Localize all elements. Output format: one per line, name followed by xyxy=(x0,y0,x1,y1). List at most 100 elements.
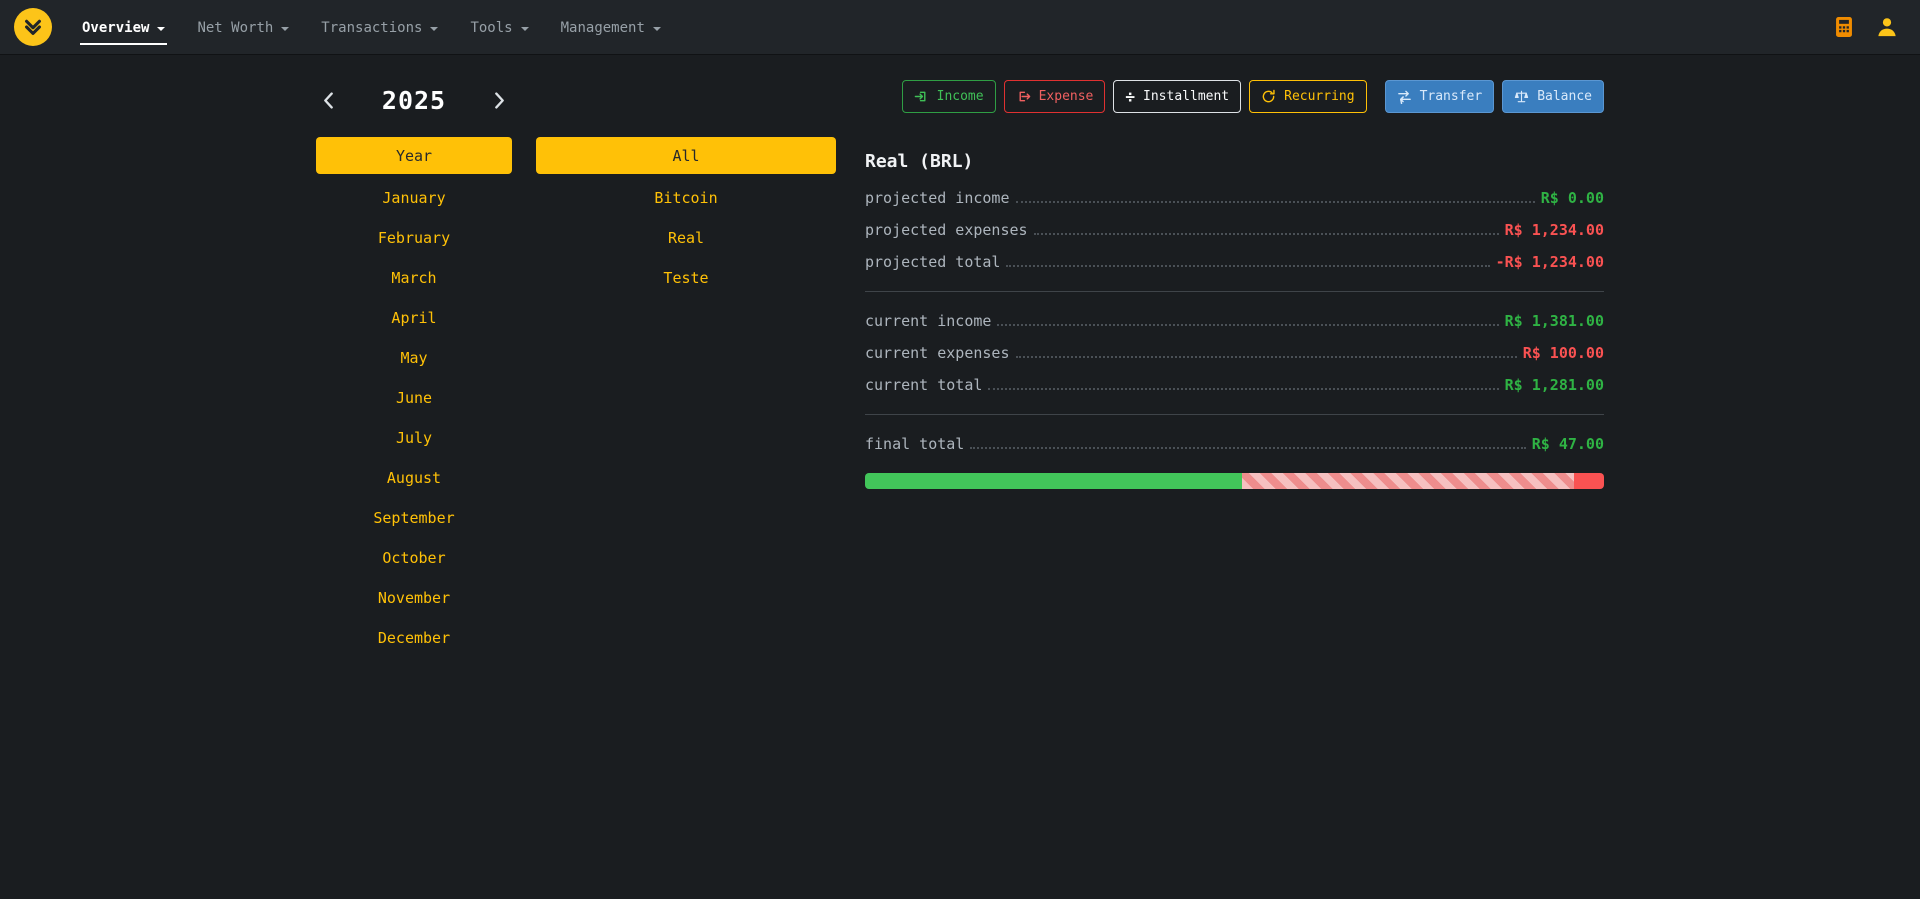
summary-row-value: R$ 100.00 xyxy=(1523,344,1604,362)
summary-panel: Income Expense ÷ Installment Recurring xyxy=(865,80,1604,489)
wallet-summary-title: Real (BRL) xyxy=(865,151,1604,172)
summary-row-label: current income xyxy=(865,312,991,330)
filter-income-button[interactable]: Income xyxy=(902,80,996,113)
summary-row-label: final total xyxy=(865,435,964,453)
summary-row-value: R$ 1,234.00 xyxy=(1505,221,1604,239)
summary-row: projected income R$ 0.00 xyxy=(865,182,1604,214)
summary-row-value: R$ 1,281.00 xyxy=(1505,376,1604,394)
summary-row-label: projected expenses xyxy=(865,221,1028,239)
sign-in-icon xyxy=(914,89,929,104)
transaction-filter-buttons: Income Expense ÷ Installment Recurring xyxy=(865,80,1604,113)
summary-row-value: R$ 1,381.00 xyxy=(1505,312,1604,330)
month-june[interactable]: June xyxy=(316,378,512,418)
period-selector: 2025 Year January February March April M… xyxy=(316,80,836,658)
all-wallets-button[interactable]: All xyxy=(536,137,836,174)
summary-row-label: projected total xyxy=(865,253,1000,271)
nav-item-net-worth[interactable]: Net Worth xyxy=(195,10,291,45)
summary-row-label: current expenses xyxy=(865,344,1010,362)
month-january[interactable]: January xyxy=(316,178,512,218)
income-expense-progress-bar xyxy=(865,473,1604,489)
progress-segment-expense xyxy=(1574,473,1604,489)
dotted-leader xyxy=(988,380,1498,390)
dotted-leader xyxy=(970,439,1525,449)
summary-row-label: current total xyxy=(865,376,982,394)
month-march[interactable]: March xyxy=(316,258,512,298)
year-button[interactable]: Year xyxy=(316,137,512,174)
transfer-icon xyxy=(1397,89,1412,104)
month-december[interactable]: December xyxy=(316,618,512,658)
balance-scale-icon xyxy=(1514,89,1529,104)
wallet-real[interactable]: Real xyxy=(536,218,836,258)
nav-item-label: Net Worth xyxy=(197,20,273,36)
app-logo[interactable] xyxy=(14,8,52,46)
month-february[interactable]: February xyxy=(316,218,512,258)
month-october[interactable]: October xyxy=(316,538,512,578)
month-july[interactable]: July xyxy=(316,418,512,458)
previous-year-button[interactable] xyxy=(318,90,339,111)
filter-transfer-button[interactable]: Transfer xyxy=(1385,80,1495,113)
month-august[interactable]: August xyxy=(316,458,512,498)
year-navigation: 2025 xyxy=(316,80,512,121)
divider xyxy=(865,414,1604,415)
nav-item-label: Transactions xyxy=(321,20,422,36)
nav-item-management[interactable]: Management xyxy=(559,10,663,45)
month-april[interactable]: April xyxy=(316,298,512,338)
divide-icon: ÷ xyxy=(1125,89,1135,105)
wallets-column: All Bitcoin Real Teste xyxy=(536,80,836,658)
filter-label: Income xyxy=(937,89,984,104)
dotted-leader xyxy=(997,316,1498,326)
progress-segment-income xyxy=(865,473,1242,489)
filter-balance-button[interactable]: Balance xyxy=(1502,80,1604,113)
user-icon xyxy=(1876,16,1898,38)
dotted-leader xyxy=(1016,193,1535,203)
sign-out-icon xyxy=(1016,89,1031,104)
filter-recurring-button[interactable]: Recurring xyxy=(1249,80,1366,113)
wallet-bitcoin[interactable]: Bitcoin xyxy=(536,178,836,218)
nav-item-label: Management xyxy=(561,20,645,36)
filter-label: Installment xyxy=(1143,89,1229,104)
dotted-leader xyxy=(1016,348,1517,358)
wallet-teste[interactable]: Teste xyxy=(536,258,836,298)
summary-row-value: R$ 0.00 xyxy=(1541,189,1604,207)
nav-item-overview[interactable]: Overview xyxy=(80,10,167,45)
double-chevron-down-icon xyxy=(22,16,44,38)
chevron-down-icon xyxy=(521,27,529,31)
summary-row-value: R$ 47.00 xyxy=(1532,435,1604,453)
summary-row-label: projected income xyxy=(865,189,1010,207)
calculator-button[interactable] xyxy=(1832,14,1856,40)
main-nav: Overview Net Worth Transactions Tools Ma… xyxy=(66,10,677,45)
month-may[interactable]: May xyxy=(316,338,512,378)
dotted-leader xyxy=(1006,257,1489,267)
filter-installment-button[interactable]: ÷ Installment xyxy=(1113,80,1241,113)
recurring-icon xyxy=(1261,89,1276,104)
filter-label: Expense xyxy=(1039,89,1094,104)
dotted-leader xyxy=(1034,225,1499,235)
chevron-down-icon xyxy=(653,27,661,31)
summary-row-value: -R$ 1,234.00 xyxy=(1496,253,1604,271)
filter-label: Balance xyxy=(1537,89,1592,104)
months-column: 2025 Year January February March April M… xyxy=(316,80,512,658)
calculator-icon xyxy=(1834,16,1854,38)
progress-segment-expense-striped xyxy=(1242,473,1575,489)
navbar-actions xyxy=(1832,14,1906,40)
filter-label: Recurring xyxy=(1284,89,1354,104)
summary-row: projected total -R$ 1,234.00 xyxy=(865,246,1604,278)
summary-row: projected expenses R$ 1,234.00 xyxy=(865,214,1604,246)
summary-row: current total R$ 1,281.00 xyxy=(865,369,1604,401)
user-profile-button[interactable] xyxy=(1874,14,1900,40)
chevron-down-icon xyxy=(430,27,438,31)
nav-item-label: Tools xyxy=(470,20,512,36)
next-year-button[interactable] xyxy=(489,90,510,111)
nav-item-transactions[interactable]: Transactions xyxy=(319,10,440,45)
month-november[interactable]: November xyxy=(316,578,512,618)
nav-item-label: Overview xyxy=(82,20,149,36)
chevron-down-icon xyxy=(157,27,165,31)
month-september[interactable]: September xyxy=(316,498,512,538)
summary-row-final: final total R$ 47.00 xyxy=(865,428,1604,460)
nav-item-tools[interactable]: Tools xyxy=(468,10,530,45)
top-navbar: Overview Net Worth Transactions Tools Ma… xyxy=(0,0,1920,54)
summary-row: current income R$ 1,381.00 xyxy=(865,305,1604,337)
filter-expense-button[interactable]: Expense xyxy=(1004,80,1106,113)
divider xyxy=(865,291,1604,292)
current-year-label: 2025 xyxy=(382,86,446,115)
